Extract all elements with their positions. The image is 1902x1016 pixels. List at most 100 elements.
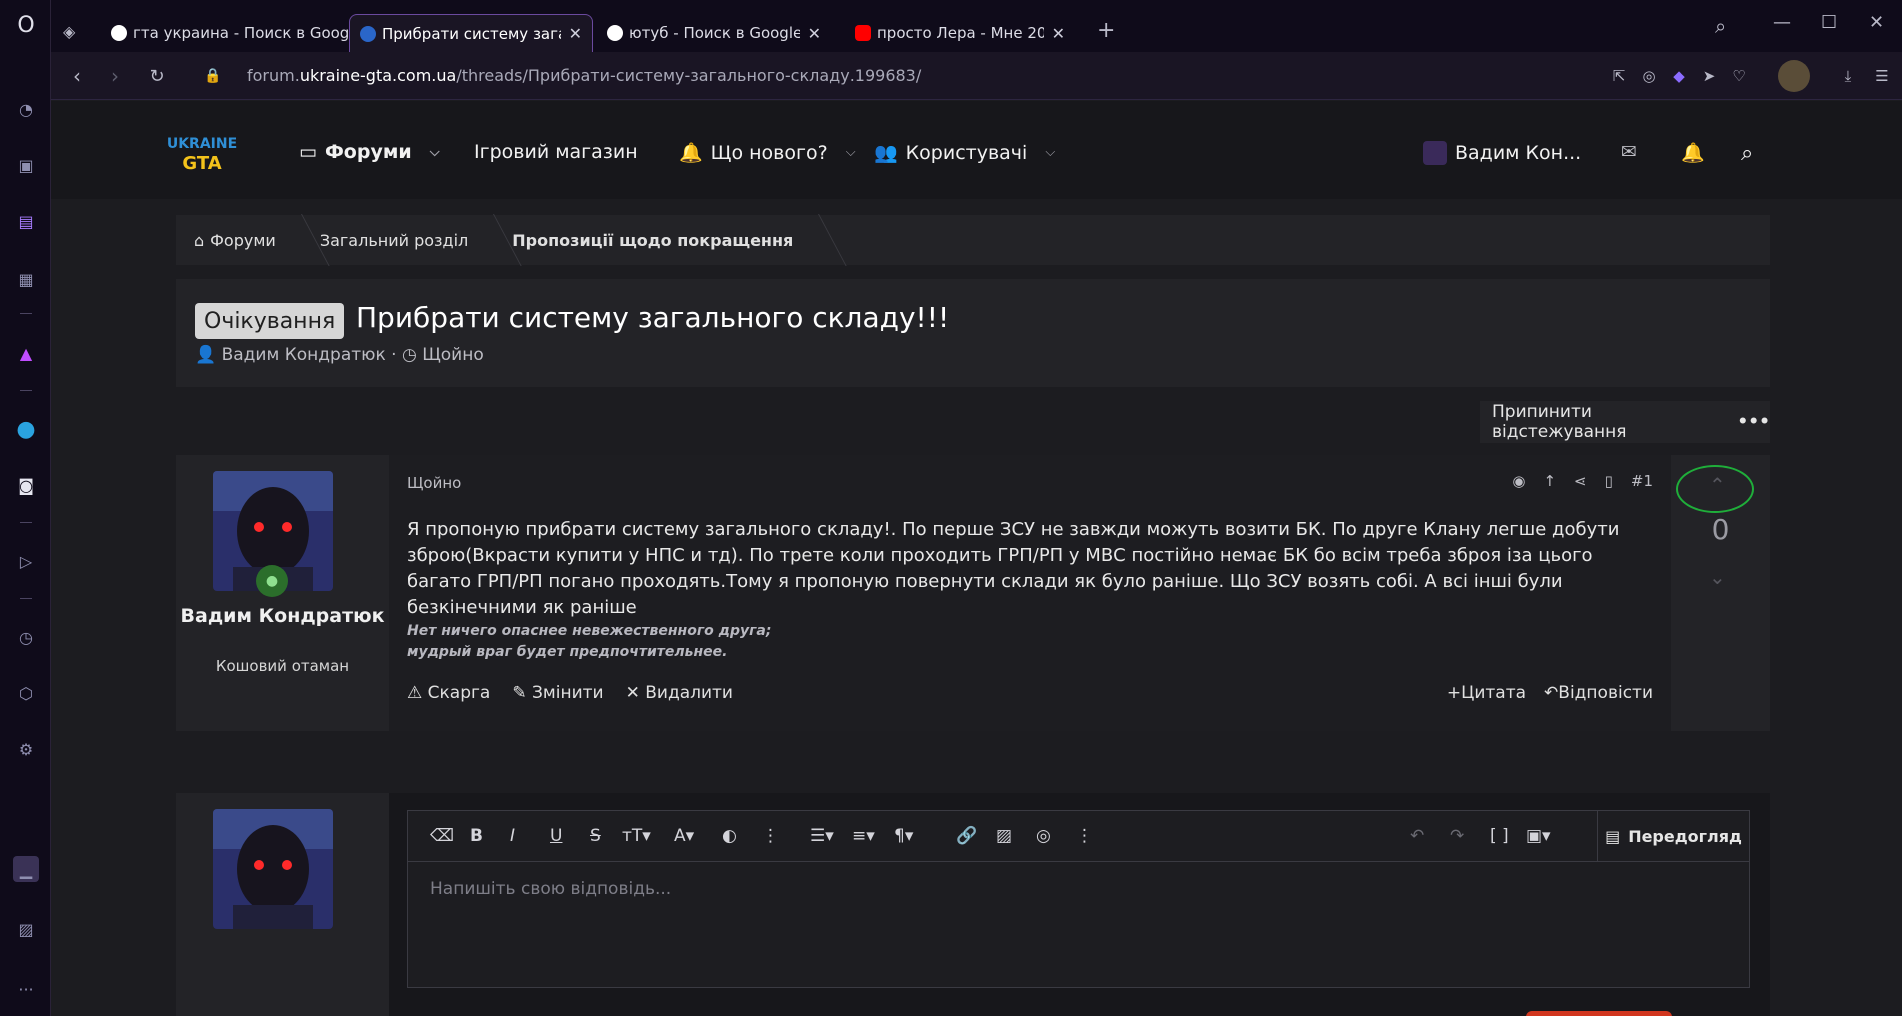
favorites-heart-icon[interactable]: ♡ [1728,65,1750,87]
tab-3[interactable]: ютуб - Поиск в Google ✕ [597,14,831,52]
back-icon[interactable]: ‹ [65,64,89,88]
upvote-chevron-icon[interactable]: ⌃ [1709,473,1726,497]
close-window-icon[interactable]: ✕ [1869,12,1884,33]
link-icon[interactable]: 🔗 [956,825,977,847]
up-arrow-icon[interactable]: ↑ [1543,472,1556,490]
post-actions-top: ◉ ↑ ⋖ ▯ #1 [1512,472,1653,490]
discord-icon[interactable]: ◙ [13,472,39,498]
reload-icon[interactable]: ↻ [145,64,169,88]
extensions-cube-icon[interactable]: ⬡ [13,680,39,706]
search-icon[interactable]: ⌕ [1741,141,1753,166]
gx-controller-icon[interactable]: ◈ [63,22,75,41]
speed-dial-icon[interactable]: ◔ [13,96,39,122]
strikethrough-icon[interactable]: S [590,825,601,847]
new-tab-icon[interactable]: + [1097,18,1115,43]
reply-button[interactable]: ↶Відповісти [1544,683,1653,703]
user-rank: Кошовий отаман [215,657,350,675]
bold-icon[interactable]: B [470,825,483,847]
signature-line: Нет ничего опаснее невежественного друга… [407,623,772,639]
site-logo[interactable]: UKRAINE GTA [165,131,239,174]
more-dots-icon[interactable]: ··· [13,976,39,1002]
bbcode-toggle-icon[interactable]: [ ] [1490,825,1509,847]
breadcrumb-item-forums[interactable]: ⌂ Форуми [176,215,294,265]
italic-icon[interactable]: I [510,825,515,847]
gallery-icon[interactable]: ▨ [13,916,39,942]
settings-gear-icon[interactable]: ⚙ [13,736,39,762]
thread-prefix-badge[interactable]: Очікування [195,303,345,339]
nav-users[interactable]: 👥 Користувачі ⌵ [874,141,1055,165]
vpn-shield-icon[interactable]: ◆ [1668,65,1690,87]
send-icon[interactable]: ➤ [1698,65,1720,87]
share-icon[interactable]: ⇱ [1608,65,1630,87]
edit-button[interactable]: ✎ Змінити [512,683,603,703]
share-icon[interactable]: ⋖ [1574,472,1587,490]
font-size-icon[interactable]: тT▾ [622,825,651,847]
downloads-icon[interactable]: ⤓ [1837,65,1859,87]
undo-icon[interactable]: ↶ [1410,825,1424,847]
chevron-down-icon[interactable]: ⌵ [846,145,856,160]
work-bag-icon[interactable]: ▣ [13,152,39,178]
spoiler-eye-icon[interactable]: ◎ [1036,825,1051,847]
performance-icon[interactable]: ▁ [13,856,39,882]
search-tabs-icon[interactable]: ⌕ [1715,14,1726,38]
twitch-icon[interactable]: ▤ [13,208,39,234]
more-options-icon[interactable]: ••• [1737,412,1770,432]
redo-icon[interactable]: ↷ [1450,825,1464,847]
post-username[interactable]: Вадим Кондратюк [176,603,389,629]
breadcrumb-item-general[interactable]: Загальний розділ [294,215,486,265]
unwatch-button[interactable]: Припинити відстежування [1492,402,1705,442]
preview-button[interactable]: ▤ Передогляд [1597,811,1749,862]
close-tab-icon[interactable]: ✕ [1052,24,1065,43]
text-color-palette-icon[interactable]: ◐ [722,825,737,847]
more-vertical-icon[interactable]: ⋮ [762,825,779,847]
reply-input[interactable]: Напишіть свою відповідь... [430,879,671,899]
site-header: UKRAINE GTA ▭ Форуми ⌵ Ігровий магазин 🔔… [51,101,1902,199]
more-vertical-icon[interactable]: ⋮ [1076,825,1093,847]
font-family-icon[interactable]: A▾ [674,825,694,847]
preview-label: Передогляд [1628,827,1742,846]
nav-forums[interactable]: ▭ Форуми ⌵ [299,141,440,163]
clear-format-icon[interactable]: ⌫ [430,825,454,847]
delete-button[interactable]: ✕ Видалити [626,683,733,703]
post-reply-button[interactable] [1526,1011,1672,1016]
nav-whats-new[interactable]: 🔔 Що нового? ⌵ [679,141,856,165]
post-number[interactable]: #1 [1631,472,1653,490]
downvote-chevron-icon[interactable]: ⌄ [1709,565,1726,589]
profile-avatar[interactable] [1778,60,1810,92]
forward-icon[interactable]: › [103,64,127,88]
underline-icon[interactable]: U [550,825,562,847]
breadcrumb-item-suggestions[interactable]: Пропозиції щодо покращення [486,215,811,265]
aria-icon[interactable]: ▲ [13,340,39,366]
bookmark-icon[interactable]: ▯ [1605,472,1613,490]
minimize-icon[interactable]: — [1773,12,1791,33]
tab-4[interactable]: просто Лера - Мне 20 ( SW ✕ [845,14,1075,52]
inbox-envelope-icon[interactable]: ✉ [1621,141,1637,163]
close-tab-icon[interactable]: ✕ [569,24,582,43]
quote-button[interactable]: +Цитата [1447,683,1526,703]
telegram-icon[interactable]: ● [13,416,39,442]
chevron-down-icon[interactable]: ⌵ [1045,145,1055,160]
drafts-icon[interactable]: ▣▾ [1526,825,1551,847]
report-button[interactable]: ⚠ Скарга [407,683,490,703]
chip-icon[interactable]: ▦ [13,266,39,292]
reaction-icon[interactable]: ◉ [1512,472,1525,490]
image-icon[interactable]: ▨ [996,825,1012,847]
snapshot-camera-icon[interactable]: ◎ [1638,65,1660,87]
maximize-icon[interactable]: ☐ [1821,12,1837,33]
history-icon[interactable]: ◷ [13,624,39,650]
align-icon[interactable]: ≡▾ [852,825,875,847]
easy-setup-icon[interactable]: ☰ [1871,65,1893,87]
url-field[interactable]: forum.ukraine-gta.com.ua/threads/Прибрат… [247,66,921,85]
player-icon[interactable]: ▷ [13,548,39,574]
chevron-down-icon[interactable]: ⌵ [430,145,440,160]
list-icon[interactable]: ☰▾ [810,825,834,847]
close-tab-icon[interactable]: ✕ [808,24,821,43]
thread-author-link[interactable]: Вадим Кондратюк [222,345,386,365]
account-menu[interactable]: Вадим Кон... [1423,141,1581,165]
paragraph-icon[interactable]: ¶▾ [894,825,913,847]
post-time[interactable]: Щойно [407,474,461,492]
nav-shop[interactable]: Ігровий магазин [474,141,638,163]
opera-logo-icon[interactable]: O [13,12,39,38]
alerts-bell-icon[interactable]: 🔔 [1681,141,1705,164]
tab-2[interactable]: Прибрати систему загальн ✕ [349,14,593,52]
